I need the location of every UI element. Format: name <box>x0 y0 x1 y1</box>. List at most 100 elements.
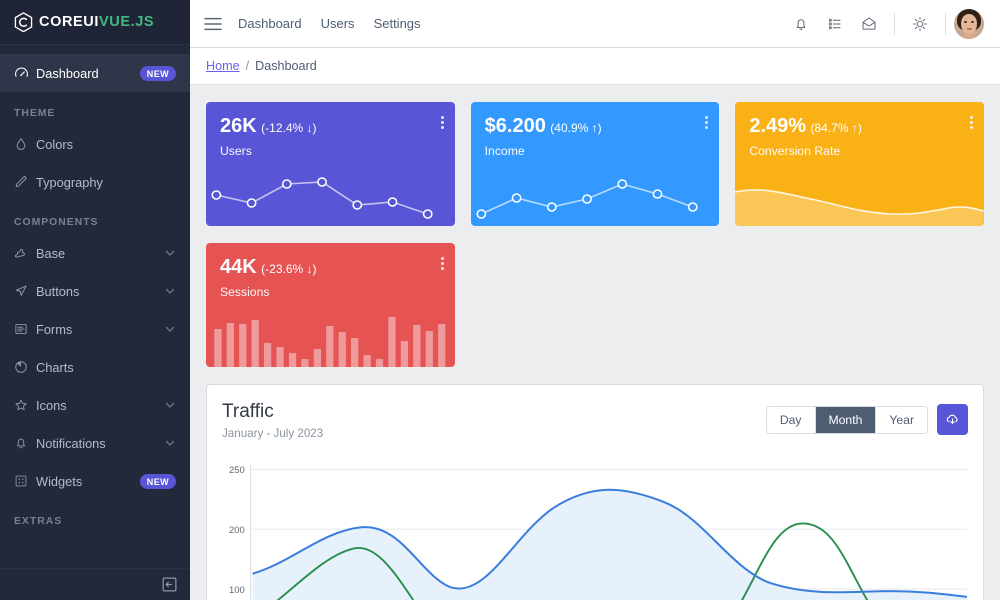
widget-label: Income <box>485 144 706 158</box>
sidebar-item-typography[interactable]: Typography <box>0 163 190 201</box>
widget-card-conversion-rate[interactable]: 2.49% (84.7% ↑) Conversion Rate <box>735 102 984 226</box>
sidebar-item-widgets[interactable]: Widgets NEW <box>0 462 190 500</box>
traffic-line-chart: 250 200 100 <box>207 440 983 600</box>
range-button-day[interactable]: Day <box>767 407 816 433</box>
widget-sparkline-chart <box>206 162 455 226</box>
widget-label: Users <box>220 144 441 158</box>
breadcrumb: Home / Dashboard <box>190 48 1000 85</box>
widget-cards: 26K (-12.4% ↓) Users <box>206 102 984 367</box>
kebab-menu-icon[interactable] <box>441 116 444 129</box>
envelope-icon[interactable] <box>852 9 886 39</box>
sidebar-section-extras: EXTRAS <box>0 500 190 533</box>
brand-framework: VUE.JS <box>99 14 154 30</box>
sidebar-item-colors[interactable]: Colors <box>0 125 190 163</box>
sidebar-item-label: Base <box>36 246 164 261</box>
chevron-down-icon <box>164 285 176 297</box>
sidebar-item-forms[interactable]: Forms <box>0 310 190 348</box>
avatar[interactable] <box>954 9 984 39</box>
header-nav-users[interactable]: Users <box>321 16 355 31</box>
range-button-year[interactable]: Year <box>876 407 927 433</box>
chevron-down-icon <box>164 399 176 411</box>
sidebar-item-label: Icons <box>36 398 164 413</box>
widget-card-sessions[interactable]: 44K (-23.6% ↓) Sessions <box>206 243 455 367</box>
sidebar-brand[interactable]: COREUIVUE.JS <box>0 0 190 45</box>
divider <box>945 13 946 35</box>
kebab-menu-icon[interactable] <box>441 257 444 270</box>
widget-card-income[interactable]: $6.200 (40.9% ↑) Income <box>471 102 720 226</box>
page-content: 26K (-12.4% ↓) Users <box>190 85 1000 600</box>
pencil-icon <box>14 175 36 189</box>
widget-value: 44K <box>220 256 257 278</box>
widget-value: $6.200 <box>485 115 546 137</box>
form-list-icon <box>14 322 36 336</box>
widget-value-row: 26K (-12.4% ↓) <box>220 116 441 137</box>
widget-value-row: $6.200 (40.9% ↑) <box>485 116 706 137</box>
avatar-eye-left <box>964 21 967 23</box>
widget-area-chart <box>735 180 984 226</box>
traffic-title: Traffic <box>222 401 323 423</box>
traffic-titles: Traffic January - July 2023 <box>222 401 323 440</box>
header-nav: Dashboard Users Settings <box>238 16 421 31</box>
y-tick-100: 100 <box>229 585 245 595</box>
widget-percent: (40.9% ↑) <box>550 121 601 135</box>
sidebar-item-dashboard[interactable]: Dashboard NEW <box>0 54 190 92</box>
kebab-menu-icon[interactable] <box>970 116 973 129</box>
chevron-down-icon <box>164 247 176 259</box>
pie-chart-icon <box>14 360 36 374</box>
widget-sparkline-chart <box>471 162 720 226</box>
sidebar-item-label: Notifications <box>36 436 164 451</box>
breadcrumb-home[interactable]: Home <box>206 59 240 73</box>
header-nav-dashboard[interactable]: Dashboard <box>238 16 302 31</box>
avatar-eye-right <box>971 21 974 23</box>
sun-icon[interactable] <box>903 9 937 39</box>
widget-percent: (-23.6% ↓) <box>261 262 316 276</box>
widget-label: Conversion Rate <box>749 144 970 158</box>
sidebar-item-label: Typography <box>36 175 176 190</box>
top-header: Dashboard Users Settings <box>190 0 1000 48</box>
traffic-card: Traffic January - July 2023 Day Month Ye… <box>206 384 984 600</box>
cursor-icon <box>14 284 36 298</box>
widget-header: $6.200 (40.9% ↑) Income <box>471 102 720 158</box>
sidebar: COREUIVUE.JS Dashboard NEW THEME <box>0 0 190 600</box>
traffic-subtitle: January - July 2023 <box>222 427 323 440</box>
widget-percent: (-12.4% ↓) <box>261 121 316 135</box>
range-button-group: Day Month Year <box>766 406 928 434</box>
widget-label: Sessions <box>220 285 441 299</box>
traffic-header: Traffic January - July 2023 Day Month Ye… <box>207 385 983 440</box>
range-button-month[interactable]: Month <box>816 407 877 433</box>
sidebar-item-label: Colors <box>36 137 176 152</box>
breadcrumb-current: Dashboard <box>255 59 317 73</box>
bell-icon[interactable] <box>784 9 818 39</box>
droplet-icon <box>14 137 36 151</box>
sidebar-item-buttons[interactable]: Buttons <box>0 272 190 310</box>
widgets-grid-icon <box>14 474 36 488</box>
coreui-hexagon-logo-icon <box>14 12 33 33</box>
widget-percent: (84.7% ↑) <box>811 121 862 135</box>
hamburger-menu-icon[interactable] <box>204 17 222 31</box>
widget-card-users[interactable]: 26K (-12.4% ↓) Users <box>206 102 455 226</box>
cloud-download-icon[interactable] <box>937 404 968 435</box>
speedometer-icon <box>14 66 36 81</box>
widget-value: 26K <box>220 115 257 137</box>
sidebar-badge-new: NEW <box>140 66 176 81</box>
sidebar-collapse-icon[interactable] <box>162 577 177 592</box>
sidebar-item-label: Dashboard <box>36 66 140 81</box>
sidebar-item-icons[interactable]: Icons <box>0 386 190 424</box>
breadcrumb-separator: / <box>246 59 250 73</box>
widget-header: 26K (-12.4% ↓) Users <box>206 102 455 158</box>
task-list-icon[interactable] <box>818 9 852 39</box>
sidebar-item-notifications[interactable]: Notifications <box>0 424 190 462</box>
header-actions <box>784 9 984 39</box>
main-area: Dashboard Users Settings <box>190 0 1000 600</box>
sidebar-item-label: Forms <box>36 322 164 337</box>
sidebar-section-theme: THEME <box>0 92 190 125</box>
header-nav-settings[interactable]: Settings <box>374 16 421 31</box>
sidebar-item-charts[interactable]: Charts <box>0 348 190 386</box>
avatar-mouth <box>967 28 972 30</box>
sidebar-item-base[interactable]: Base <box>0 234 190 272</box>
widget-value-row: 44K (-23.6% ↓) <box>220 257 441 278</box>
kebab-menu-icon[interactable] <box>705 116 708 129</box>
sidebar-badge-new: NEW <box>140 474 176 489</box>
sidebar-item-label: Buttons <box>36 284 164 299</box>
sidebar-nav: Dashboard NEW THEME Colors <box>0 45 190 568</box>
